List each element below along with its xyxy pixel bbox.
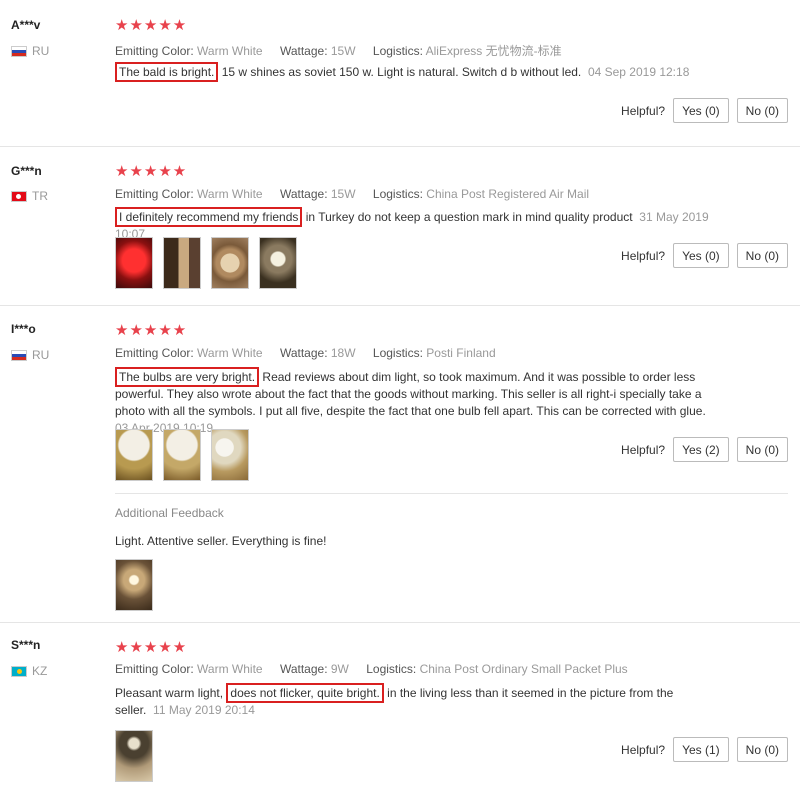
color-label: Emitting Color: [115, 346, 194, 360]
helpful-yes-button[interactable]: Yes (0) [673, 98, 729, 123]
color-value: Warm White [197, 662, 263, 676]
review-photo[interactable] [211, 237, 249, 289]
color-label: Emitting Color: [115, 187, 194, 201]
review-photo[interactable] [115, 429, 153, 481]
country-code: TR [32, 189, 48, 203]
wattage-value: 9W [330, 662, 349, 676]
review-meta: Emitting Color: Warm White Wattage: 9W L… [115, 662, 628, 676]
review-photo[interactable] [163, 237, 201, 289]
review-item: S***n KZ ★★★★★ Emitting Color: Warm Whit… [0, 623, 800, 795]
wattage-label: Wattage: [279, 662, 328, 676]
review-body: 15 w shines as soviet 150 w. Light is na… [218, 65, 582, 79]
logistics-label: Logistics: [366, 662, 417, 676]
highlighted-text: does not flicker, quite bright. [226, 683, 384, 703]
logistics-value: China Post Registered Air Mail [426, 187, 590, 201]
logistics-value: China Post Ordinary Small Packet Plus [419, 662, 628, 676]
helpful-label: Helpful? [621, 742, 666, 757]
review-meta: Emitting Color: Warm White Wattage: 18W … [115, 346, 496, 360]
highlighted-text: The bald is bright. [115, 62, 219, 82]
helpful-label: Helpful? [621, 103, 666, 118]
color-label: Emitting Color: [115, 662, 194, 676]
star-rating: ★★★★★ [115, 163, 188, 180]
reviewer-country: RU [11, 348, 49, 362]
helpful-yes-button[interactable]: Yes (1) [673, 737, 729, 762]
review-item: A***v RU ★★★★★ Emitting Color: Warm Whit… [0, 0, 800, 147]
review-date: 04 Sep 2019 12:18 [587, 65, 690, 79]
review-text: Pleasant warm light, does not flicker, q… [115, 683, 695, 719]
review-photo[interactable] [211, 429, 249, 481]
review-photos [115, 730, 153, 782]
flag-tr-icon [11, 190, 27, 202]
helpful-no-button[interactable]: No (0) [736, 437, 788, 462]
review-photo[interactable] [163, 429, 201, 481]
review-body-start: Pleasant warm light, [115, 686, 224, 700]
flag-ru-icon [11, 45, 27, 57]
country-code: RU [32, 44, 50, 58]
star-rating: ★★★★★ [115, 17, 188, 34]
review-photos [115, 237, 297, 289]
review-meta: Emitting Color: Warm White Wattage: 15W … [115, 187, 589, 201]
review-item: I***o RU ★★★★★ Emitting Color: Warm Whit… [0, 306, 800, 623]
reviewer-country: RU [11, 44, 49, 58]
divider [115, 493, 788, 494]
additional-feedback-title: Additional Feedback [115, 506, 224, 520]
flag-kz-icon [11, 665, 27, 677]
reviewer-name: I***o [11, 322, 36, 336]
review-photo[interactable] [115, 730, 153, 782]
reviewer-name: S***n [11, 638, 41, 652]
helpful-controls: Helpful? Yes (0) No (0) [621, 98, 788, 123]
review-photo[interactable] [259, 237, 297, 289]
helpful-no-button[interactable]: No (0) [736, 98, 788, 123]
logistics-value: AliExpress 无忧物流-标准 [425, 44, 562, 58]
country-code: KZ [32, 664, 48, 678]
color-value: Warm White [197, 346, 263, 360]
highlighted-text: The bulbs are very bright. [115, 367, 260, 387]
wattage-label: Wattage: [279, 346, 328, 360]
helpful-no-button[interactable]: No (0) [736, 737, 788, 762]
color-label: Emitting Color: [115, 44, 194, 58]
helpful-label: Helpful? [621, 248, 666, 263]
helpful-controls: Helpful? Yes (1) No (0) [621, 737, 788, 762]
review-list: A***v RU ★★★★★ Emitting Color: Warm Whit… [0, 0, 800, 800]
wattage-value: 18W [330, 346, 356, 360]
star-rating: ★★★★★ [115, 639, 188, 656]
star-rating: ★★★★★ [115, 322, 188, 339]
wattage-value: 15W [330, 187, 356, 201]
logistics-label: Logistics: [372, 44, 423, 58]
additional-photos [115, 559, 153, 611]
wattage-value: 15W [330, 44, 356, 58]
color-value: Warm White [197, 187, 263, 201]
highlighted-text: I definitely recommend my friends [115, 207, 303, 227]
logistics-value: Posti Finland [426, 346, 496, 360]
wattage-label: Wattage: [279, 44, 328, 58]
reviewer-country: TR [11, 189, 48, 203]
review-meta: Emitting Color: Warm White Wattage: 15W … [115, 42, 562, 59]
review-text: The bald is bright. 15 w shines as sovie… [115, 62, 715, 82]
helpful-label: Helpful? [621, 442, 666, 457]
review-item: G***n TR ★★★★★ Emitting Color: Warm Whit… [0, 147, 800, 306]
review-text: The bulbs are very bright. Read reviews … [115, 367, 715, 437]
logistics-label: Logistics: [372, 346, 423, 360]
helpful-yes-button[interactable]: Yes (2) [673, 437, 729, 462]
color-value: Warm White [197, 44, 263, 58]
helpful-no-button[interactable]: No (0) [736, 243, 788, 268]
wattage-label: Wattage: [279, 187, 328, 201]
review-photos [115, 429, 249, 481]
helpful-controls: Helpful? Yes (0) No (0) [621, 243, 788, 268]
review-body: in Turkey do not keep a question mark in… [302, 210, 633, 224]
review-photo[interactable] [115, 559, 153, 611]
reviewer-name: A***v [11, 18, 41, 32]
reviewer-country: KZ [11, 664, 47, 678]
logistics-label: Logistics: [372, 187, 423, 201]
review-photo[interactable] [115, 237, 153, 289]
review-date: 11 May 2019 20:14 [153, 703, 255, 717]
reviewer-name: G***n [11, 164, 42, 178]
helpful-yes-button[interactable]: Yes (0) [673, 243, 729, 268]
helpful-controls: Helpful? Yes (2) No (0) [621, 437, 788, 462]
flag-ru-icon [11, 349, 27, 361]
additional-feedback-text: Light. Attentive seller. Everything is f… [115, 534, 327, 548]
country-code: RU [32, 348, 50, 362]
